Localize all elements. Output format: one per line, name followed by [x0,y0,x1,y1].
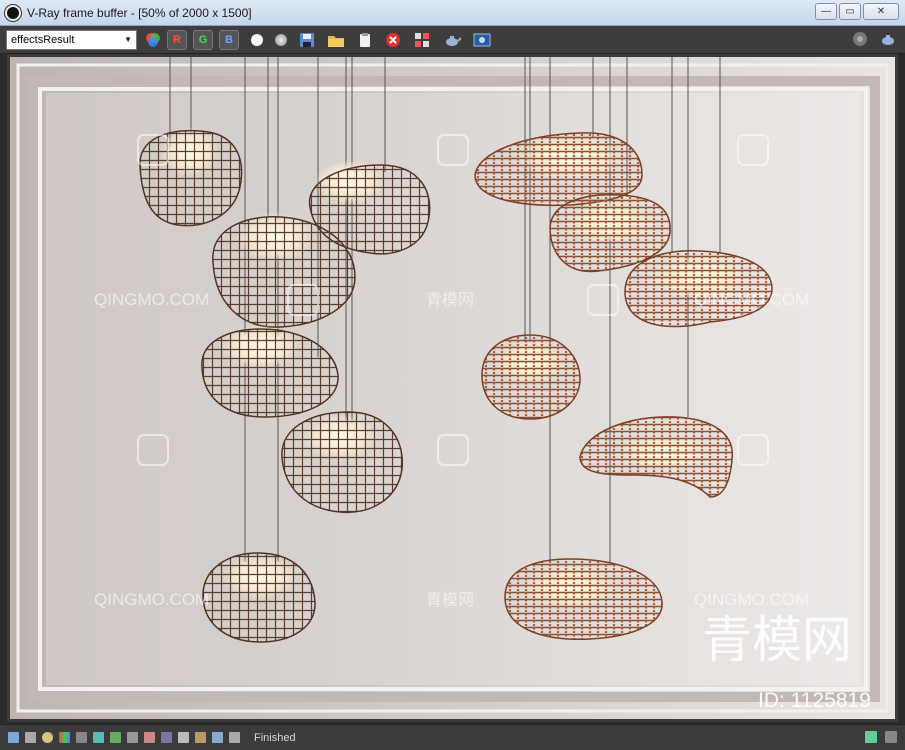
watermark-site: QINGMO.COM [94,590,209,609]
window-title: V-Ray frame buffer - [50% of 2000 x 1500… [27,5,252,20]
rendered-image: QINGMO.COM QINGMO.COM QINGMO.COM QINGMO.… [10,57,895,719]
teapot-render-icon[interactable] [879,30,897,48]
pendant-lamp [481,334,581,420]
stop-render-icon[interactable] [385,32,401,48]
chevron-down-icon: ▼ [124,35,132,44]
channel-buttons: R G B [145,29,239,50]
teapot-icon[interactable] [443,32,461,48]
settings-icon[interactable] [851,30,869,48]
watermark-brand: 青模网 [702,612,852,668]
ab-compare-icon[interactable] [161,732,172,743]
compare-icon[interactable] [127,732,138,743]
levels-icon[interactable] [93,732,104,743]
vray-logo-icon [5,4,21,21]
render-element-value: effectsResult [11,33,75,46]
vfb-toolbar: effectsResult ▼ R G B [0,26,905,54]
info-icon[interactable] [42,732,53,743]
render-status: Finished [254,731,296,744]
window-controls: — ▭ ✕ [815,3,899,20]
color-correction-icon[interactable] [59,732,70,743]
maximize-button[interactable]: ▭ [839,3,861,20]
title-bar: V-Ray frame buffer - [50% of 2000 x 1500… [0,0,905,26]
render-element-dropdown[interactable]: effectsResult ▼ [6,29,137,50]
watermark-site: QINGMO.COM [694,290,809,309]
region-render-icon[interactable] [413,31,431,49]
close-button[interactable]: ✕ [863,3,899,20]
white-dot-icon[interactable] [251,33,263,46]
save-icon[interactable] [299,32,315,48]
lut-icon[interactable] [144,732,155,743]
minimize-button[interactable]: — [815,3,837,20]
curve-icon[interactable] [76,732,87,743]
color-wheel-icon[interactable] [145,32,161,48]
toolbar-right [851,30,897,48]
lens-effects-icon[interactable] [473,32,491,48]
open-folder-icon[interactable] [327,32,345,48]
status-bar: Finished [0,724,905,750]
green-channel-button[interactable]: G [193,29,213,50]
watermark-id: ID: 1125819 [758,689,871,712]
pendant-lamp [139,127,243,227]
watermark-site: QINGMO.COM [694,590,809,609]
clear-icon[interactable] [357,32,373,48]
watermark-site-cn: 青模网 [426,591,474,609]
stereo-icon[interactable] [195,732,206,743]
grey-dot-icon[interactable] [275,33,287,46]
statusbar-right [865,731,897,743]
pendant-lamp [202,552,316,643]
log-icon[interactable] [25,732,36,743]
view-buttons [251,31,491,49]
watermark-site: QINGMO.COM [94,290,209,309]
chevron-down-icon[interactable] [885,731,897,743]
render-viewport[interactable]: QINGMO.COM QINGMO.COM QINGMO.COM QINGMO.… [7,54,898,722]
red-channel-button[interactable]: R [167,29,187,50]
exposure-icon[interactable] [110,732,121,743]
history-icon[interactable] [8,732,19,743]
pixel-info-icon[interactable] [212,732,223,743]
h-icon[interactable] [178,732,189,743]
watermark-site-cn: 青模网 [426,291,474,309]
stamp-icon[interactable] [229,732,240,743]
blue-channel-button[interactable]: B [219,29,239,50]
panel-toggle-icon[interactable] [865,731,877,743]
